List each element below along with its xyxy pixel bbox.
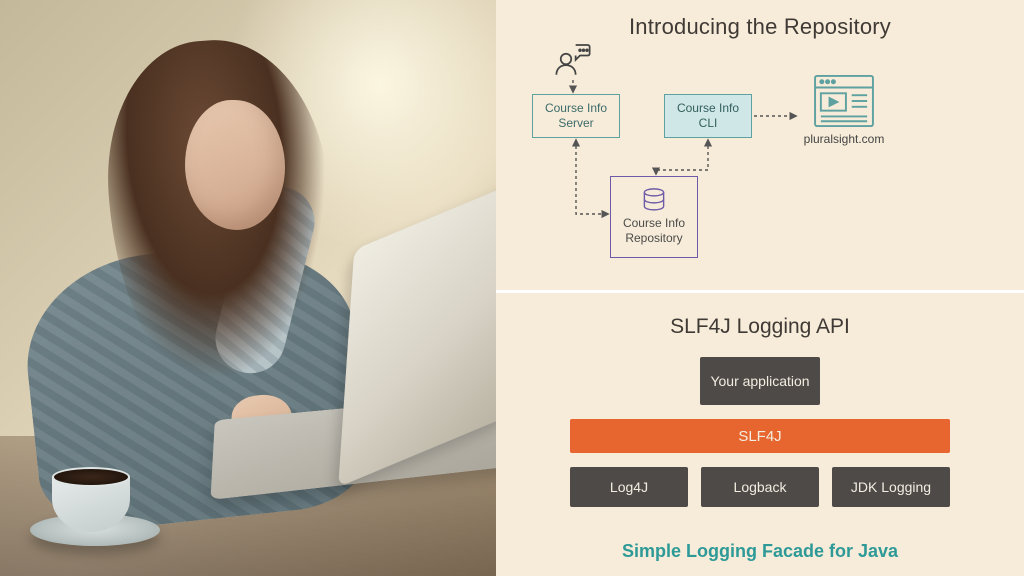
slide-repository: Introducing the Repository Course Info S… [496, 0, 1024, 290]
footer-caption: Simple Logging Facade for Java [496, 541, 1024, 562]
hero-photo [0, 0, 496, 576]
diagram-arrows [496, 0, 1024, 290]
slide-title-slf4j: SLF4J Logging API [496, 315, 1024, 339]
tile-label: Your application [710, 373, 809, 390]
repository-diagram: Course Info Server Course Info CLI Cours… [496, 0, 1024, 290]
photo-face [185, 100, 285, 230]
tile-logback: Logback [701, 467, 819, 507]
impl-row: Log4J Logback JDK Logging [570, 467, 950, 507]
tile-your-application: Your application [700, 357, 820, 405]
tile-slf4j: SLF4J [570, 419, 950, 453]
tile-jdk-logging: JDK Logging [832, 467, 950, 507]
tile-label: Logback [734, 479, 787, 495]
slide-slf4j: SLF4J Logging API Your application SLF4J… [496, 290, 1024, 576]
slf4j-stack: Your application SLF4J Log4J Logback JDK… [570, 357, 950, 507]
slides-column: Introducing the Repository Course Info S… [496, 0, 1024, 576]
tile-label: SLF4J [738, 428, 781, 445]
tile-label: Log4J [610, 479, 648, 495]
photo-coffee [30, 476, 140, 546]
tile-log4j: Log4J [570, 467, 688, 507]
tile-label: JDK Logging [851, 479, 931, 495]
